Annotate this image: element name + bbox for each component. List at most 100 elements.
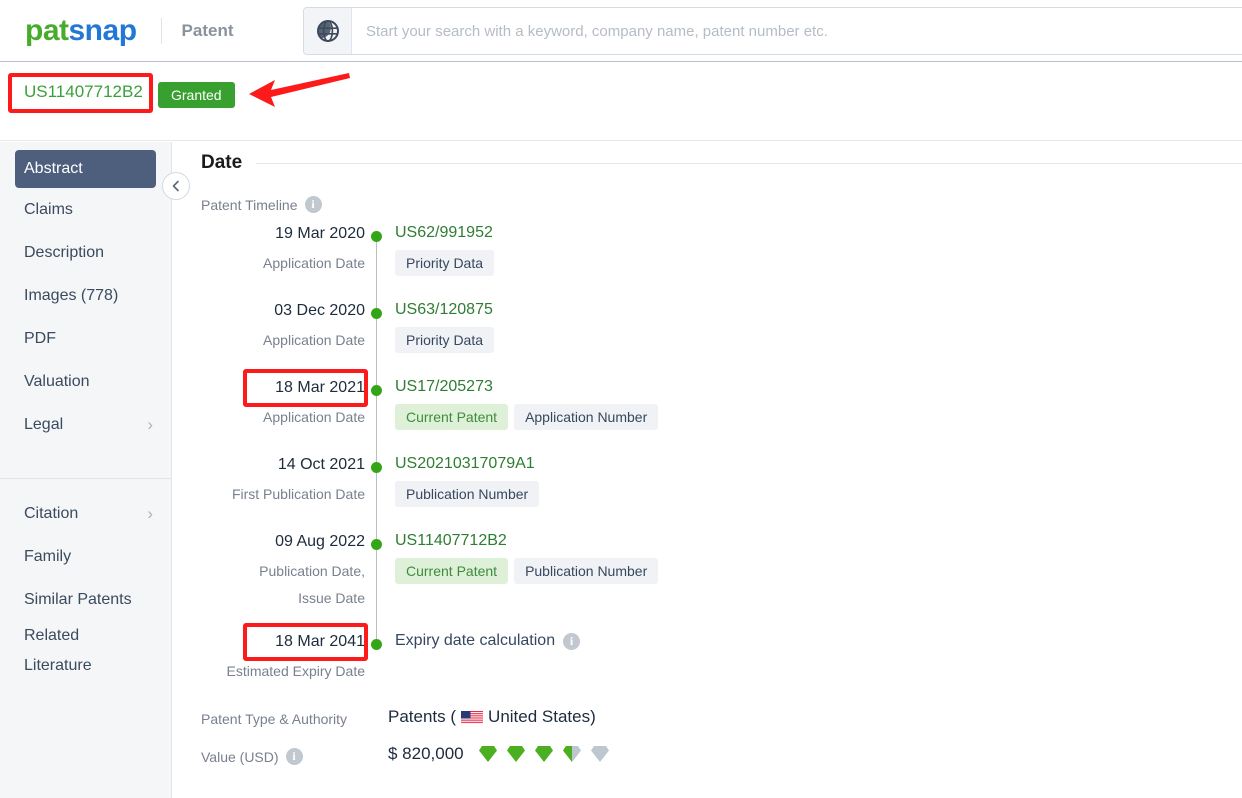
sidebar-item-label: Citation — [24, 504, 79, 522]
timeline-date-label: Application Date — [263, 332, 365, 348]
chevron-right-icon: › — [147, 503, 153, 523]
sidebar-item-valuation[interactable]: Valuation — [0, 360, 171, 403]
sidebar-divider — [0, 478, 171, 479]
status-badge: Granted — [158, 82, 235, 108]
value-amount: $ 820,000 — [388, 744, 464, 763]
chevron-left-icon[interactable] — [162, 172, 190, 200]
timeline-date: 18 Mar 2021 — [275, 379, 365, 396]
section-header-date: Date — [173, 142, 1242, 174]
tag-current-patent[interactable]: Current Patent — [395, 558, 509, 584]
timeline-dot — [371, 231, 382, 242]
timeline-code[interactable]: US20210317079A1 — [395, 455, 535, 473]
sidebar-item-pdf[interactable]: PDF — [0, 317, 171, 360]
section-divider — [256, 162, 1242, 164]
info-icon[interactable]: i — [563, 632, 581, 650]
timeline-dot — [371, 462, 382, 473]
sidebar-item-label-line2: Literature — [24, 657, 92, 674]
patent-type-prefix: Patents ( — [388, 707, 457, 726]
timeline-date-label: First Publication Date — [231, 486, 365, 502]
timeline-code[interactable]: US11407712B2 — [395, 532, 507, 550]
section-label-patent[interactable]: Patent — [182, 21, 234, 41]
gem-icon-4-half — [562, 746, 581, 762]
patent-timeline-label: Patent Timeline — [201, 196, 298, 213]
timeline-tags: Current Patent Application Number — [395, 404, 659, 430]
expiry-date-calculation: Expiry date calculation i — [395, 632, 581, 650]
timeline-tags: Priority Data — [395, 327, 495, 353]
timeline-date-label: Publication Date, — [259, 563, 365, 579]
gem-icon-5-empty — [590, 746, 609, 762]
timeline-dot — [371, 639, 382, 650]
sidebar-item-images[interactable]: Images (778) — [0, 274, 171, 317]
timeline-tags: Current Patent Publication Number — [395, 558, 659, 584]
gem-icon-1 — [478, 746, 497, 762]
value-rating-gems — [478, 745, 610, 763]
timeline-date-label: Application Date — [263, 409, 365, 425]
gem-icon-2 — [506, 746, 525, 762]
sidebar-item-label: Images (778) — [24, 286, 119, 304]
timeline-date-label-2: Issue Date — [298, 590, 365, 606]
patent-type-country: United States — [488, 707, 591, 726]
tag-publication-number[interactable]: Publication Number — [514, 558, 659, 584]
tag-priority-data[interactable]: Priority Data — [395, 327, 495, 353]
sidebar-item-legal[interactable]: Legal › — [0, 403, 171, 446]
timeline-code[interactable]: US17/205273 — [395, 378, 493, 396]
timeline-code[interactable]: US63/120875 — [395, 301, 493, 319]
sidebar-item-label: Valuation — [24, 372, 90, 390]
timeline-tags: Priority Data — [395, 250, 495, 276]
info-icon[interactable]: i — [304, 196, 322, 213]
topbar-divider — [160, 17, 162, 44]
info-icon[interactable]: i — [285, 748, 303, 765]
timeline-date: 03 Dec 2020 — [274, 302, 365, 319]
sidebar-item-claims[interactable]: Claims — [0, 188, 171, 231]
timeline-dot — [371, 308, 382, 319]
timeline-dot — [371, 385, 382, 396]
chevron-right-icon: › — [147, 414, 153, 434]
patsnap-logo[interactable]: patsnap — [25, 13, 138, 47]
timeline-date: 14 Oct 2021 — [277, 456, 365, 473]
sidebar-item-label-line1: Related — [24, 627, 80, 644]
value-label-group: Value (USD) i — [201, 748, 303, 765]
timeline-tags: Publication Number — [395, 481, 540, 507]
expiry-date-calculation-label: Expiry date calculation — [395, 632, 556, 649]
sidebar-item-description[interactable]: Description — [0, 231, 171, 274]
tag-current-patent[interactable]: Current Patent — [395, 404, 509, 430]
patent-number[interactable]: US11407712B2 — [24, 82, 143, 102]
sidebar-item-similar-patents[interactable]: Similar Patents — [0, 578, 171, 621]
sidebar: Abstract Claims Description Images (778)… — [0, 142, 172, 798]
timeline-date: 19 Mar 2020 — [275, 225, 365, 242]
logo-snap-text: snap — [68, 13, 138, 47]
gem-icon-3 — [534, 746, 553, 762]
timeline-date-label: Estimated Expiry Date — [226, 663, 366, 679]
value-row: $ 820,000 — [388, 744, 610, 764]
sidebar-item-label: Abstract — [24, 160, 83, 177]
globe-icon[interactable] — [304, 8, 352, 54]
patent-type-suffix: ) — [590, 707, 596, 726]
sidebar-item-label: Family — [24, 547, 72, 565]
patent-type-label: Patent Type & Authority — [201, 711, 348, 727]
page-title: Date — [201, 152, 243, 173]
patent-type-value: Patents ( United States) — [388, 707, 596, 727]
timeline-date: 18 Mar 2041 — [275, 633, 365, 650]
sidebar-item-family[interactable]: Family — [0, 535, 171, 578]
timeline-date-label: Application Date — [263, 255, 365, 271]
sidebar-item-citation[interactable]: Citation › — [0, 492, 171, 535]
tag-priority-data[interactable]: Priority Data — [395, 250, 495, 276]
us-flag-icon — [461, 710, 484, 724]
main-content: Date Patent Timeline i 19 Mar 2020 Appli… — [173, 142, 1242, 798]
sidebar-item-label: PDF — [24, 329, 56, 347]
sidebar-item-related-literature[interactable]: Related Literature — [0, 621, 171, 681]
timeline-date: 09 Aug 2022 — [275, 533, 365, 550]
sidebar-item-label: Legal — [24, 415, 64, 433]
patent-timeline-label-group: Patent Timeline i — [201, 196, 322, 213]
timeline-axis — [376, 236, 377, 644]
sidebar-item-abstract[interactable]: Abstract — [15, 150, 156, 188]
search-input[interactable] — [352, 8, 1242, 54]
value-label: Value (USD) — [201, 748, 279, 765]
tag-application-number[interactable]: Application Number — [514, 404, 659, 430]
search-bar[interactable] — [303, 7, 1242, 55]
timeline-code[interactable]: US62/991952 — [395, 224, 493, 242]
sidebar-item-label: Description — [24, 243, 105, 261]
tag-publication-number[interactable]: Publication Number — [395, 481, 540, 507]
timeline-dot — [371, 539, 382, 550]
sidebar-item-label: Claims — [24, 200, 73, 218]
